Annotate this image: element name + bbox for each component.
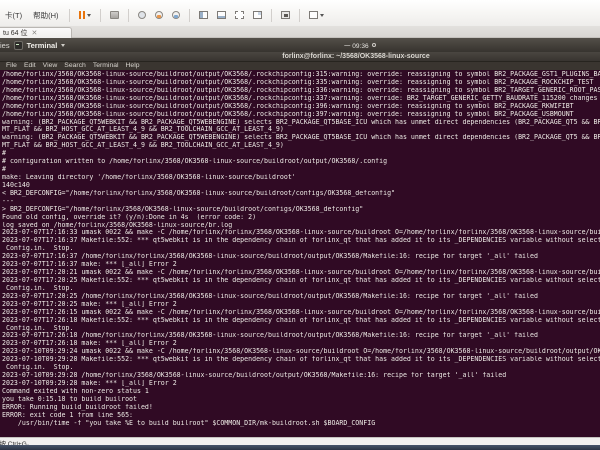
terminal-line: Command exited with non-zero status 1 <box>2 388 600 396</box>
terminal-titlebar[interactable]: forlinx@forlinx: ~/3568/OK3568-linux-sou… <box>0 52 600 62</box>
terminal-line: MT_FLAT && BR2_HOST_GCC_AT_LEAST_4_9 && … <box>2 126 600 134</box>
terminal-line: 2023-07-10T09:29:28 make: *** [_all] Err… <box>2 380 600 388</box>
appliance-view-icon[interactable] <box>251 7 264 23</box>
snapshot-manager-icon[interactable] <box>170 7 182 23</box>
terminal-window-title: forlinx@forlinx: ~/3568/OK3568-linux-sou… <box>282 53 429 60</box>
terminal-line: --- <box>2 198 600 206</box>
fullscreen-icon[interactable] <box>307 7 326 23</box>
terminal-line: Config.in. Stop. <box>2 285 600 293</box>
terminal-line: Config.in. Stop. <box>2 364 600 372</box>
pause-icon[interactable] <box>77 7 94 23</box>
show-console-icon[interactable] <box>279 7 292 23</box>
console-view-icon[interactable] <box>197 7 210 23</box>
terminal-line: 2023-07-07T17:20:25 /home/forlinx/forlin… <box>2 293 600 301</box>
host-taskbar-edge <box>0 445 600 450</box>
terminal-line: 2023-07-07T17:16:37 make: *** [_all] Err… <box>2 261 600 269</box>
terminal-line: 2023-07-07T17:26:18 Makefile:552: *** qt… <box>2 317 600 325</box>
send-ctrl-alt-del-icon[interactable] <box>108 7 121 23</box>
terminal-line: 2023-07-07T17:26:18 /home/forlinx/forlin… <box>2 332 600 340</box>
terminal-line: /home/forlinx/3568/OK3568-linux-source/b… <box>2 71 600 79</box>
terminal-line: 2023-07-07T17:20:25 Makefile:552: *** qt… <box>2 277 600 285</box>
terminal-line: 2023-07-10T09:29:28 Makefile:552: *** qt… <box>2 356 600 364</box>
terminal-line: Config.in. Stop. <box>2 325 600 333</box>
menu-search[interactable]: Search <box>64 62 86 70</box>
toolbar-separator <box>69 9 70 22</box>
close-icon[interactable]: ✕ <box>32 30 38 37</box>
terminal-line: /home/forlinx/3568/OK3568-linux-source/b… <box>2 111 600 119</box>
revert-snapshot-icon[interactable] <box>136 7 148 23</box>
terminal-line: > BR2_DEFCONFIG="/home/forlinx/3568/OK35… <box>2 206 600 214</box>
terminal-line: warning: (BR2_PACKAGE_QT5WEBKIT && BR2_P… <box>2 134 600 142</box>
terminal-line: 2023-07-07T17:16:33 umask 0022 && make -… <box>2 229 600 237</box>
screenshot-root: 卡(T) 帮助(H) tu 64 位 ✕ <box>0 0 600 450</box>
vmware-tab-bar: tu 64 位 ✕ <box>0 26 600 38</box>
clock-menu[interactable]: 一 09:36 <box>344 38 376 52</box>
toolbar-separator <box>189 9 190 22</box>
terminal-line: log saved on /home/forlinx/3568/OK3568-l… <box>2 222 600 230</box>
chevron-down-icon[interactable] <box>87 14 91 17</box>
terminal-line: 2023-07-07T17:26:15 umask 0022 && make -… <box>2 309 600 317</box>
menu-view[interactable]: View <box>43 62 58 70</box>
terminal-line: Config.in. Stop. <box>2 245 600 253</box>
vm-tab-ubuntu[interactable]: tu 64 位 ✕ <box>0 27 72 38</box>
toolbar-separator <box>100 9 101 22</box>
toolbar-separator <box>271 9 272 22</box>
terminal-line: MT_FLAT && BR2_HOST_GCC_AT_LEAST_4_9 && … <box>2 142 600 150</box>
terminal-lines: /home/forlinx/3568/OK3568-linux-source/b… <box>2 71 600 427</box>
vmware-status-bar: 或按 Ctrl+G。 <box>0 437 600 445</box>
vmware-menu-tab[interactable]: 卡(T) <box>2 10 25 21</box>
activities-button[interactable]: ies <box>0 41 10 50</box>
vmware-status-hint: 或按 Ctrl+G。 <box>0 438 33 445</box>
terminal-line: # configuration written to /home/forlinx… <box>2 158 600 166</box>
terminal-line: 2023-07-07T17:20:25 make: *** [_all] Err… <box>2 301 600 309</box>
gnome-top-panel: ies Terminal 一 09:36 <box>0 38 600 52</box>
thumbnail-bar-icon[interactable] <box>215 7 228 23</box>
vm-tab-label: tu 64 位 <box>3 28 28 38</box>
unity-mode-icon[interactable] <box>233 7 246 23</box>
terminal-line: 2023-07-07T17:26:18 make: *** [_all] Err… <box>2 340 600 348</box>
terminal-line: warning: (BR2_PACKAGE_QT5WEBKIT && BR2_P… <box>2 119 600 127</box>
terminal-line: /home/forlinx/3568/OK3568-linux-source/b… <box>2 103 600 111</box>
terminal-line: make: Leaving directory '/home/forlinx/3… <box>2 174 600 182</box>
menu-terminal[interactable]: Terminal <box>93 62 119 70</box>
terminal-line: /home/forlinx/3568/OK3568-linux-source/b… <box>2 95 600 103</box>
clock-label: 一 09:36 <box>344 40 369 50</box>
terminal-line: ERROR: Running build_buildroot failed! <box>2 404 600 412</box>
terminal-line: 140c140 <box>2 182 600 190</box>
toolbar-separator <box>128 9 129 22</box>
menu-file[interactable]: File <box>6 62 17 70</box>
terminal-line: /home/forlinx/3568/OK3568-linux-source/b… <box>2 87 600 95</box>
terminal-line: ERROR: exit code 1 from line 565: <box>2 412 600 420</box>
terminal-output[interactable]: /home/forlinx/3568/OK3568-linux-source/b… <box>0 70 600 437</box>
chevron-down-icon[interactable] <box>320 14 324 17</box>
terminal-line: Found old config, override it? (y/n):Don… <box>2 214 600 222</box>
terminal-line: /usr/bin/time -f "you take %E to build b… <box>2 420 600 428</box>
terminal-line: 2023-07-10T09:29:24 umask 0022 && make -… <box>2 348 600 356</box>
app-menu-button[interactable]: Terminal <box>27 41 58 50</box>
terminal-line: 2023-07-07T17:16:37 /home/forlinx/forlin… <box>2 253 600 261</box>
terminal-app-icon <box>14 41 23 50</box>
terminal-menubar: File Edit View Search Terminal Help <box>0 62 600 70</box>
terminal-line: # <box>2 150 600 158</box>
chevron-down-icon <box>61 44 65 47</box>
vmware-menu-help[interactable]: 帮助(H) <box>30 10 61 21</box>
terminal-line: # <box>2 166 600 174</box>
take-snapshot-icon[interactable] <box>153 7 165 23</box>
terminal-line: < BR2_DEFCONFIG="/home/forlinx/forlinx/3… <box>2 190 600 198</box>
terminal-line: /home/forlinx/3568/OK3568-linux-source/b… <box>2 79 600 87</box>
status-dot-icon <box>372 43 376 47</box>
menu-edit[interactable]: Edit <box>24 62 36 70</box>
vmware-toolbar: 卡(T) 帮助(H) <box>0 0 600 26</box>
terminal-line: 2023-07-07T17:20:21 umask 0022 && make -… <box>2 269 600 277</box>
toolbar-separator <box>299 9 300 22</box>
terminal-line: you take 0:15.18 to build builroot <box>2 396 600 404</box>
menu-help[interactable]: Help <box>126 62 140 70</box>
prompt-line: forlinx@forlinx:~/3568/OK3568-linux-sour… <box>2 427 600 435</box>
terminal-line: 2023-07-07T17:16:37 Makefile:552: *** qt… <box>2 237 600 245</box>
terminal-line: 2023-07-10T09:29:28 /home/forlinx/3568/O… <box>2 372 600 380</box>
